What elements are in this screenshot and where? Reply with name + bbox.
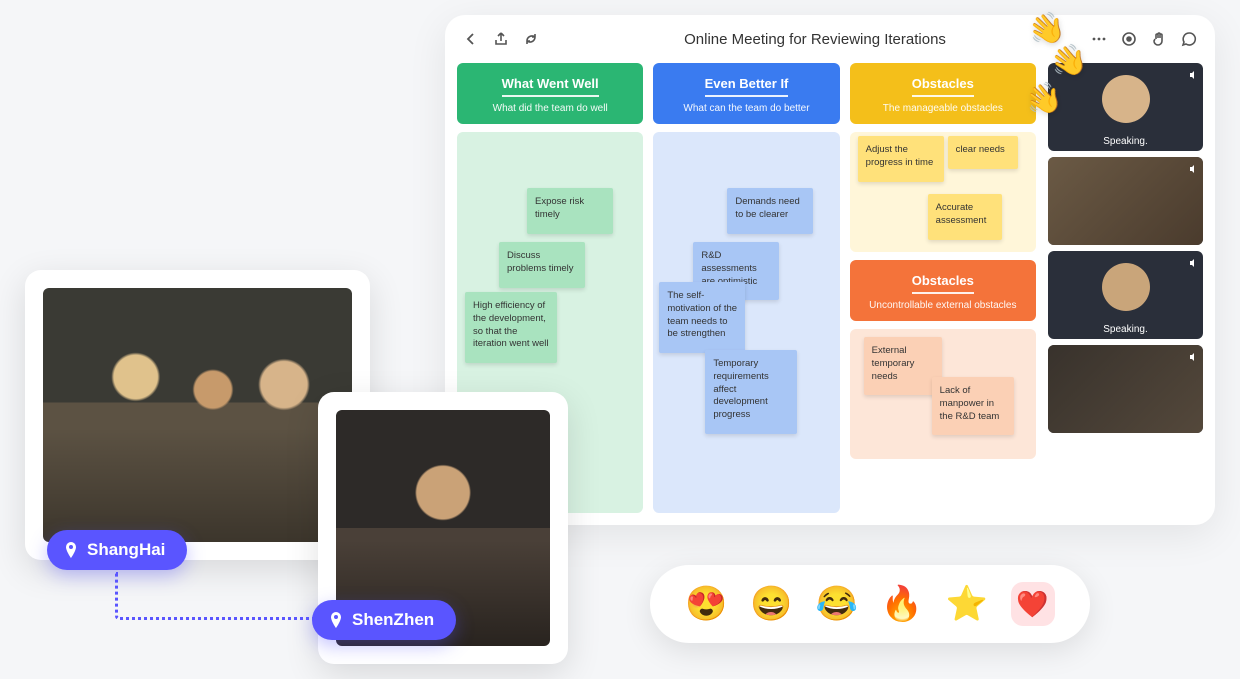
- sticky-note[interactable]: Discuss problems timely: [499, 242, 585, 288]
- sticky-note[interactable]: Expose risk timely: [527, 188, 613, 234]
- column-subtitle: The manageable obstacles: [860, 103, 1026, 114]
- team-photo: [43, 288, 352, 542]
- record-icon[interactable]: [1121, 31, 1137, 47]
- sticky-note[interactable]: The self-motivation of the team needs to…: [659, 282, 745, 353]
- sticky-note[interactable]: Lack of manpower in the R&D team: [932, 377, 1014, 435]
- volume-icon: [1189, 67, 1199, 77]
- sticky-note[interactable]: Adjust the progress in time: [858, 136, 944, 182]
- hand-icon[interactable]: [1151, 31, 1167, 47]
- avatar: [1102, 263, 1150, 311]
- sticky-note[interactable]: High efficiency of the development, so t…: [465, 292, 557, 363]
- location-pill-shenzhen[interactable]: ShenZhen: [312, 600, 456, 640]
- volume-icon: [1189, 255, 1199, 265]
- column-title: Obstacles: [912, 76, 974, 97]
- reaction-heart[interactable]: ❤️: [1011, 582, 1055, 626]
- column-header: Obstacles Uncontrollable external obstac…: [850, 260, 1036, 321]
- board-title: Online Meeting for Reviewing Iterations: [684, 31, 946, 48]
- video-feed: [1048, 345, 1203, 433]
- video-tile[interactable]: [1048, 345, 1203, 433]
- reaction-star[interactable]: ⭐: [946, 584, 988, 624]
- location-icon: [328, 612, 344, 628]
- column-body[interactable]: Adjust the progress in time clear needs …: [850, 132, 1036, 252]
- volume-icon: [1189, 349, 1199, 359]
- location-pill-shanghai[interactable]: ShangHai: [47, 530, 187, 570]
- column-even-better: Even Better If What can the team do bett…: [653, 63, 839, 513]
- sync-icon[interactable]: [523, 31, 539, 47]
- back-icon[interactable]: [463, 31, 479, 47]
- column-header: Even Better If What can the team do bett…: [653, 63, 839, 124]
- column-header: Obstacles The manageable obstacles: [850, 63, 1036, 124]
- reaction-grin[interactable]: 😄: [750, 584, 792, 624]
- video-panel: Speaking. Speaking.: [1048, 63, 1203, 513]
- column-subtitle: What can the team do better: [663, 103, 829, 114]
- column-title: Even Better If: [705, 76, 789, 97]
- reaction-bar: 😍 😄 😂 🔥 ⭐ ❤️: [650, 565, 1090, 643]
- video-tile[interactable]: [1048, 157, 1203, 245]
- connection-line: [115, 572, 315, 620]
- reaction-fire[interactable]: 🔥: [880, 584, 922, 624]
- column-subtitle: What did the team do well: [467, 103, 633, 114]
- reaction-love[interactable]: 😍: [685, 584, 727, 624]
- video-status: Speaking.: [1048, 324, 1203, 335]
- column-body[interactable]: External temporary needs Lack of manpowe…: [850, 329, 1036, 459]
- column-subtitle: Uncontrollable external obstacles: [860, 300, 1026, 311]
- toolbar: Online Meeting for Reviewing Iterations: [445, 15, 1215, 63]
- more-icon[interactable]: [1091, 31, 1107, 47]
- sticky-note[interactable]: External temporary needs: [864, 337, 942, 395]
- chat-icon[interactable]: [1181, 31, 1197, 47]
- reaction-joy[interactable]: 😂: [815, 584, 857, 624]
- video-status: Speaking.: [1048, 136, 1203, 147]
- column-obstacles: Obstacles The manageable obstacles Adjus…: [850, 63, 1036, 513]
- sticky-note[interactable]: Accurate assessment: [928, 194, 1002, 240]
- video-feed: [1048, 157, 1203, 245]
- volume-icon: [1189, 161, 1199, 171]
- column-header: What Went Well What did the team do well: [457, 63, 643, 124]
- location-label: ShangHai: [87, 540, 165, 560]
- sticky-note[interactable]: clear needs: [948, 136, 1018, 169]
- column-body[interactable]: Demands need to be clearer R&D assessmen…: [653, 132, 839, 513]
- sticky-note[interactable]: Demands need to be clearer: [727, 188, 813, 234]
- location-label: ShenZhen: [352, 610, 434, 630]
- share-icon[interactable]: [493, 31, 509, 47]
- column-title: Obstacles: [912, 273, 974, 294]
- sticky-note[interactable]: Temporary requirements affect developmen…: [705, 350, 797, 434]
- column-title: What Went Well: [502, 76, 599, 97]
- location-icon: [63, 542, 79, 558]
- video-tile[interactable]: Speaking.: [1048, 251, 1203, 339]
- avatar: [1102, 75, 1150, 123]
